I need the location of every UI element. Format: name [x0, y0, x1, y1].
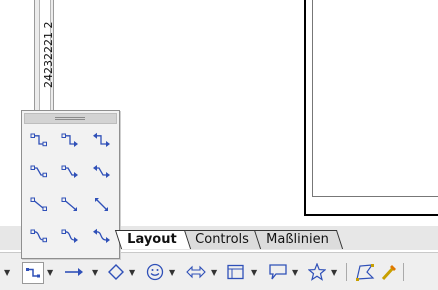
connector-line-icon[interactable] — [25, 158, 55, 188]
toolbar-separator — [346, 263, 347, 281]
basic-shapes-icon[interactable] — [108, 262, 124, 282]
block-arrows-dropdown-caret[interactable]: ▼ — [211, 262, 217, 282]
connector-curved-arrows-icon[interactable] — [87, 222, 117, 252]
page-margin-border — [312, 0, 438, 197]
connector-popup — [21, 110, 120, 259]
block-arrows-icon[interactable] — [186, 262, 206, 282]
connector-straight-icon[interactable] — [25, 190, 55, 220]
toolbar-overflow-caret[interactable]: ▼ — [4, 262, 10, 282]
tab-masslinien[interactable]: Maßlinien — [254, 230, 344, 249]
connector-dropdown-caret[interactable]: ▼ — [47, 262, 53, 282]
connector-straight-arrow-end-icon[interactable] — [56, 190, 86, 220]
stars-dropdown-caret[interactable]: ▼ — [331, 262, 337, 282]
connector-curved-arrow-end-icon[interactable] — [56, 222, 86, 252]
tab-layout[interactable]: Layout — [114, 230, 191, 249]
symbol-shapes-icon[interactable] — [146, 262, 164, 282]
ruler-label: 24232221 2 — [42, 21, 55, 89]
callouts-dropdown-caret[interactable]: ▼ — [292, 262, 298, 282]
vertical-ruler: 24232221 2 — [34, 0, 55, 110]
basic-shapes-dropdown-caret[interactable]: ▼ — [129, 262, 135, 282]
toolbar-separator-2 — [403, 263, 404, 281]
points-icon[interactable] — [355, 262, 375, 282]
line-arrow-dropdown-caret[interactable]: ▼ — [92, 262, 98, 282]
popup-drag-handle[interactable] — [24, 113, 117, 124]
line-arrow-icon[interactable] — [64, 262, 84, 282]
connector-line-arrows-icon[interactable] — [87, 158, 117, 188]
layer-tabs: Layout Controls Maßlinien — [114, 230, 344, 250]
connector-line-arrow-end-icon[interactable] — [56, 158, 86, 188]
connector-icon[interactable] — [22, 262, 44, 284]
connector-standard-arrow-end-icon[interactable] — [56, 126, 86, 156]
stars-icon[interactable] — [308, 262, 326, 282]
connector-curved-icon[interactable] — [25, 222, 55, 252]
connector-standard-icon[interactable] — [25, 126, 55, 156]
extrusion-icon[interactable] — [380, 262, 398, 282]
flowchart-dropdown-caret[interactable]: ▼ — [251, 262, 257, 282]
callouts-icon[interactable] — [268, 262, 288, 282]
tab-controls[interactable]: Controls — [182, 230, 263, 249]
symbol-shapes-dropdown-caret[interactable]: ▼ — [169, 262, 175, 282]
connector-standard-arrows-icon[interactable] — [87, 126, 117, 156]
connector-straight-arrows-icon[interactable] — [87, 190, 117, 220]
flowchart-icon[interactable] — [227, 262, 245, 282]
